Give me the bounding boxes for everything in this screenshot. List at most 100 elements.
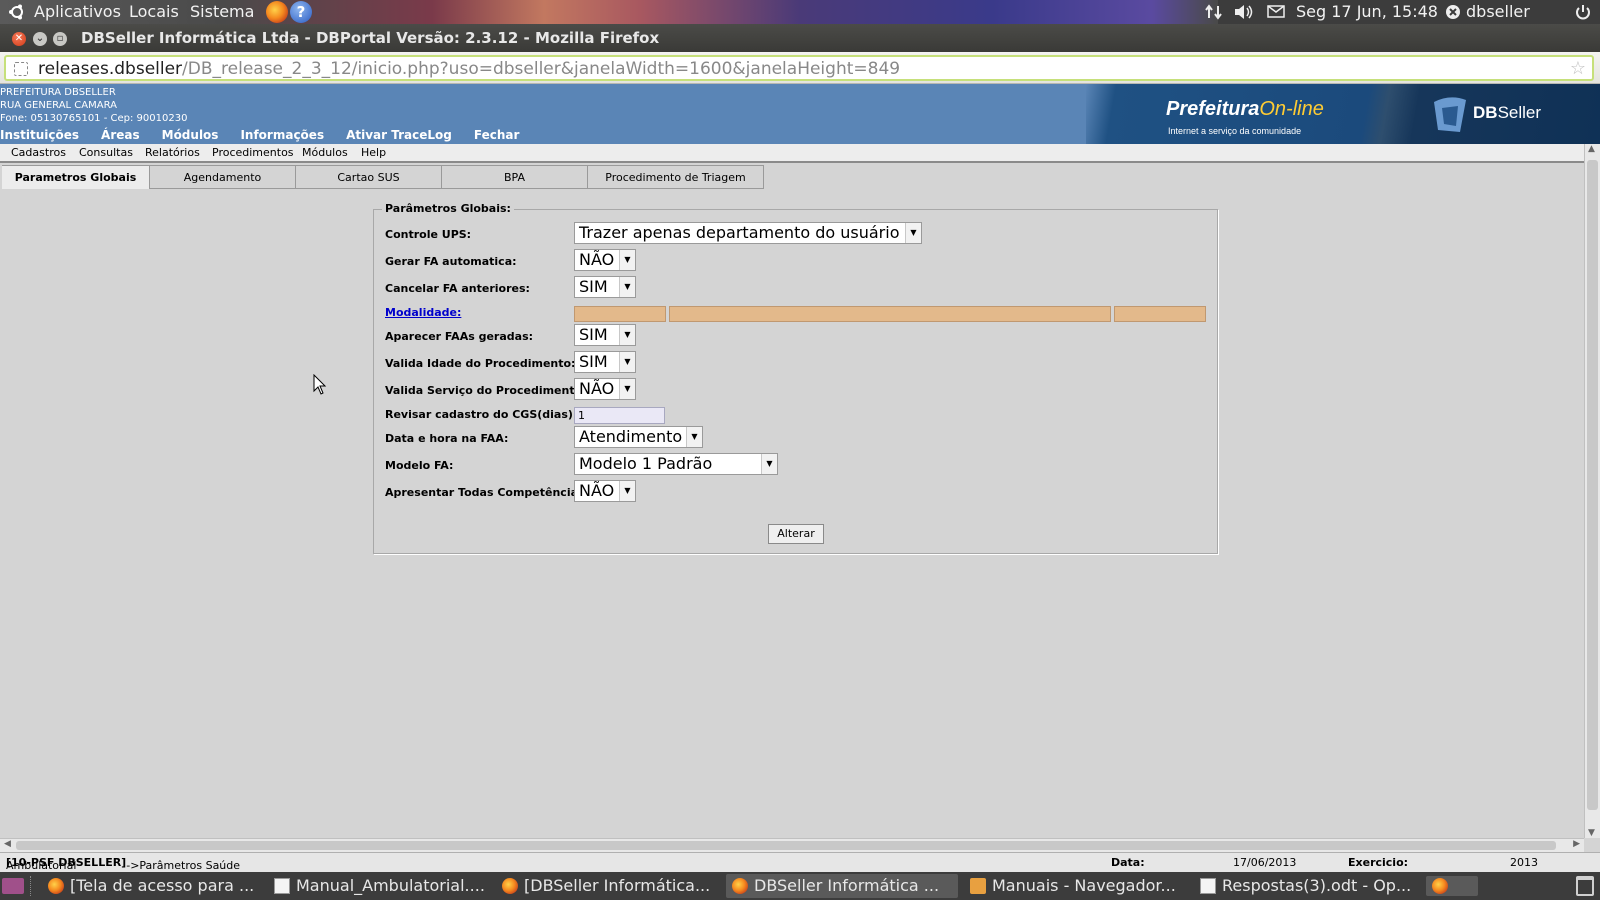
institution-name: PREFEITURA DBSELLER xyxy=(0,87,116,98)
bookmark-star-icon[interactable]: ☆ xyxy=(1570,58,1586,79)
site-identity-icon[interactable] xyxy=(14,62,28,76)
url-host: releases.dbseller xyxy=(38,59,183,79)
controle-ups-select[interactable]: Trazer apenas departamento do usuário ▼ xyxy=(574,222,922,244)
window-titlebar: ✕ ⌄ ▫ DBSeller Informática Ltda - DBPort… xyxy=(0,24,1600,52)
submenu-cadastros[interactable]: Cadastros xyxy=(11,146,66,159)
vertical-scrollbar[interactable]: ▲ ▼ xyxy=(1584,144,1600,838)
status-bar: Ambulatorial [10-PSF DBSELLER] ->Parâmetro… xyxy=(0,852,1600,872)
tab-agendamento[interactable]: Agendamento xyxy=(150,165,296,189)
power-icon[interactable] xyxy=(1574,3,1592,21)
top-panel: Aplicativos Locais Sistema ? Seg 17 Jun,… xyxy=(0,0,1600,24)
chevron-down-icon: ▼ xyxy=(619,379,635,399)
navigation-toolbar: releases.dbseller/DB_release_2_3_12/inic… xyxy=(0,52,1600,84)
scroll-up-icon[interactable]: ▲ xyxy=(1588,144,1595,154)
status-exercicio-value: 2013 xyxy=(1510,856,1538,869)
task-dbseller-1[interactable]: [DBSeller Informática... xyxy=(496,874,720,898)
tray-firefox-button[interactable] xyxy=(1426,876,1478,896)
submenu-relatorios[interactable]: Relatórios xyxy=(145,146,200,159)
scroll-thumb[interactable] xyxy=(1587,160,1598,810)
url-path: /DB_release_2_3_12/inicio.php?uso=dbsell… xyxy=(182,59,901,79)
firefox-icon[interactable] xyxy=(266,1,288,23)
menu-ativar-tracelog[interactable]: Ativar TraceLog xyxy=(346,128,452,142)
menu-fechar[interactable]: Fechar xyxy=(474,128,520,142)
folder-icon xyxy=(970,878,986,894)
menu-applications[interactable]: Aplicativos xyxy=(34,2,121,21)
menu-modulos[interactable]: Módulos xyxy=(162,128,219,142)
institution-info: PREFEITURA DBSELLER RUA GENERAL CAMARA F… xyxy=(0,86,187,125)
valida-servico-label: Valida Serviço do Procedimento: xyxy=(385,384,587,397)
status-date-label: Data: xyxy=(1111,856,1145,869)
main-content: Parametros Globais Agendamento Cartao SU… xyxy=(0,163,1584,838)
cancelar-fa-select[interactable]: SIM ▼ xyxy=(574,276,636,298)
data-hora-faa-select[interactable]: Atendimento ▼ xyxy=(574,426,703,448)
modalidade-description-input[interactable] xyxy=(669,306,1111,322)
url-input[interactable]: releases.dbseller/DB_release_2_3_12/inic… xyxy=(4,55,1594,81)
task-dbseller-active[interactable]: DBSeller Informática ... xyxy=(726,874,958,898)
submenu-procedimentos[interactable]: Procedimentos xyxy=(212,146,294,159)
menu-instituicoes[interactable]: Instituições xyxy=(0,128,79,142)
apresentar-competencia-label: Apresentar Todas Competência: xyxy=(385,486,583,499)
mail-icon[interactable] xyxy=(1267,5,1285,18)
valida-servico-select[interactable]: NÃO ▼ xyxy=(574,378,636,400)
task-manual-ambulatorial[interactable]: Manual_Ambulatorial.... xyxy=(268,874,488,898)
menu-areas[interactable]: Áreas xyxy=(101,128,140,142)
tab-procedimento-triagem[interactable]: Procedimento de Triagem xyxy=(588,165,764,189)
submenu-help[interactable]: Help xyxy=(361,146,386,159)
ubuntu-logo-icon[interactable] xyxy=(8,3,26,21)
scroll-right-icon[interactable]: ▶ xyxy=(1573,839,1580,849)
dbseller-logo-icon xyxy=(1434,97,1466,132)
minimize-window-button[interactable]: ⌄ xyxy=(33,32,47,46)
taskbar: [Tela de acesso para ... Manual_Ambulato… xyxy=(0,872,1600,900)
tab-divider xyxy=(150,188,764,189)
gerar-fa-label: Gerar FA automatica: xyxy=(385,255,517,268)
network-icon[interactable] xyxy=(1205,4,1223,20)
scroll-down-icon[interactable]: ▼ xyxy=(1588,828,1595,838)
submenu-modulos[interactable]: Módulos xyxy=(302,146,348,159)
prefeitura-tagline: Internet a serviço da comunidade xyxy=(1168,126,1302,136)
modalidade-code-input[interactable] xyxy=(574,306,666,322)
status-exercicio-label: Exercicio: xyxy=(1348,856,1409,869)
panel-username[interactable]: dbseller xyxy=(1466,2,1530,21)
minimize-icon: ⌄ xyxy=(35,33,45,44)
task-respostas-odt[interactable]: Respostas(3).odt - Op... xyxy=(1194,874,1418,898)
mouse-pointer-icon xyxy=(313,374,327,395)
revisar-cgs-label: Revisar cadastro do CGS(dias): xyxy=(385,408,578,421)
sub-menu: Cadastros Consultas Relatórios Procedime… xyxy=(0,144,1584,163)
modalidade-row-label: Modalidade: xyxy=(385,306,461,319)
menu-informacoes[interactable]: Informações xyxy=(240,128,324,142)
panel-datetime[interactable]: Seg 17 Jun, 15:48 xyxy=(1296,2,1438,21)
alterar-button[interactable]: Alterar xyxy=(768,524,824,544)
prefeitura-online-logo: PrefeituraOn-line xyxy=(1166,98,1324,120)
maximize-window-button[interactable]: ▫ xyxy=(53,32,67,46)
submenu-consultas[interactable]: Consultas xyxy=(79,146,133,159)
revisar-cgs-input[interactable]: 1 xyxy=(574,407,665,424)
horizontal-scrollbar[interactable]: ◀ ▶ xyxy=(0,838,1584,852)
user-icon[interactable] xyxy=(1445,4,1461,20)
scroll-thumb[interactable] xyxy=(16,841,1556,850)
show-desktop-icon[interactable] xyxy=(2,878,24,894)
aparecer-faas-select[interactable]: SIM ▼ xyxy=(574,324,636,346)
modalidade-link[interactable]: Modalidade: xyxy=(385,306,461,319)
url-text[interactable]: releases.dbseller/DB_release_2_3_12/inic… xyxy=(38,59,900,79)
modelo-fa-select[interactable]: Modelo 1 Padrão ▼ xyxy=(574,453,778,475)
help-icon[interactable]: ? xyxy=(290,1,312,23)
tab-parametros-globais[interactable]: Parametros Globais xyxy=(2,165,150,189)
apresentar-competencia-select[interactable]: NÃO ▼ xyxy=(574,480,636,502)
menu-system[interactable]: Sistema xyxy=(190,2,254,21)
tab-bpa[interactable]: BPA xyxy=(442,165,588,189)
modalidade-extra-input[interactable] xyxy=(1114,306,1206,322)
chevron-down-icon: ▼ xyxy=(619,481,635,501)
status-path: Ambulatorial [10-PSF DBSELLER] ->Parâmetro… xyxy=(6,856,241,872)
task-manuais-navegador[interactable]: Manuais - Navegador... xyxy=(964,874,1186,898)
gerar-fa-select[interactable]: NÃO ▼ xyxy=(574,249,636,271)
task-tela-acesso[interactable]: [Tela de acesso para ... xyxy=(42,874,260,898)
tab-cartao-sus[interactable]: Cartao SUS xyxy=(296,165,442,189)
trash-icon[interactable] xyxy=(1576,876,1594,896)
menu-places[interactable]: Locais xyxy=(129,2,179,21)
close-window-button[interactable]: ✕ xyxy=(12,32,26,46)
scroll-left-icon[interactable]: ◀ xyxy=(4,839,11,849)
institution-contact: Fone: 05130765101 - Cep: 90010230 xyxy=(0,113,188,124)
volume-icon[interactable] xyxy=(1233,4,1253,20)
document-icon xyxy=(1200,878,1216,894)
valida-idade-select[interactable]: SIM ▼ xyxy=(574,351,636,373)
